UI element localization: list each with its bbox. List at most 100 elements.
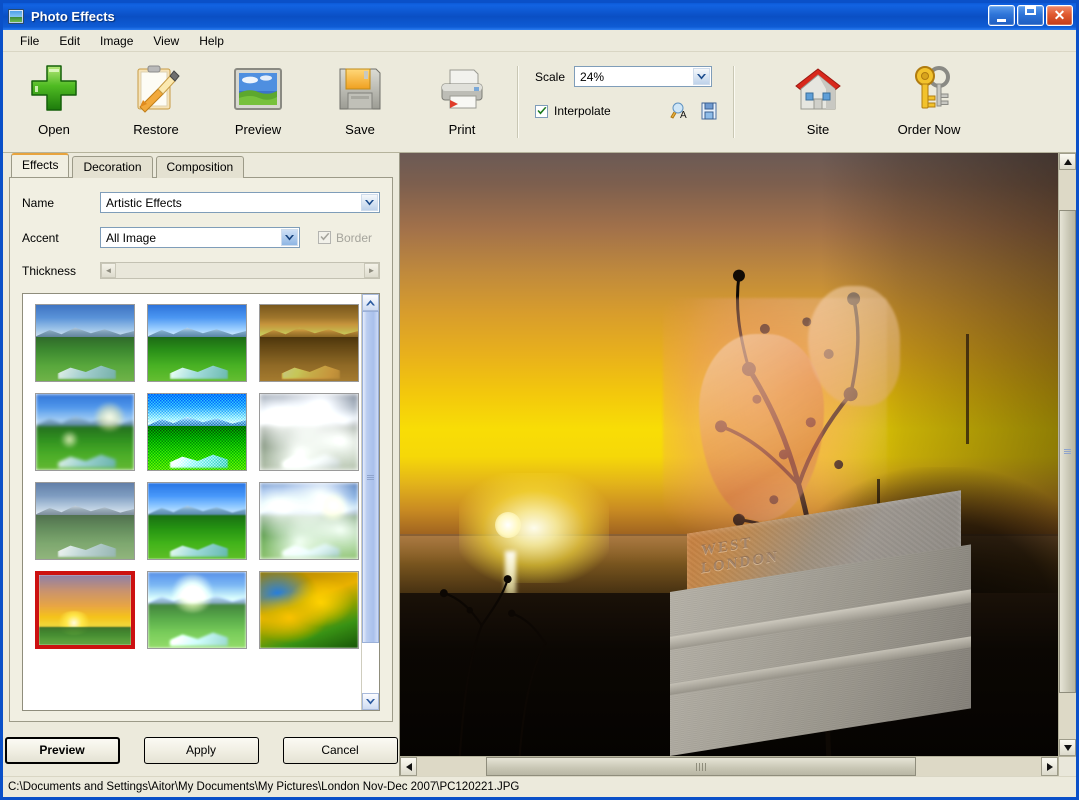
accent-value: All Image xyxy=(101,231,156,245)
order-now-button[interactable]: Order Now xyxy=(869,55,989,149)
scale-label: Scale xyxy=(535,70,565,84)
tab-effects[interactable]: Effects xyxy=(11,153,69,177)
image-pane: WEST LONDON xyxy=(400,153,1076,776)
restore-button[interactable]: Restore xyxy=(105,55,207,149)
maximize-button[interactable] xyxy=(1017,5,1044,26)
accent-combobox[interactable]: All Image xyxy=(100,227,300,248)
save-button[interactable]: Save xyxy=(309,55,411,149)
thumb-soft-focus[interactable] xyxy=(147,482,247,560)
interpolate-row: Interpolate A xyxy=(535,101,719,121)
scroll-right-button[interactable] xyxy=(1041,757,1058,776)
scale-value: 24% xyxy=(575,70,604,84)
restore-label: Restore xyxy=(133,122,179,137)
scroll-down-button[interactable] xyxy=(1059,739,1076,756)
floppy-disk-icon xyxy=(336,63,384,115)
green-plus-icon xyxy=(26,63,82,115)
thumb-pastel[interactable] xyxy=(35,482,135,560)
house-icon xyxy=(793,63,843,115)
thumb-fog[interactable] xyxy=(259,393,359,471)
minimize-button[interactable] xyxy=(988,5,1015,26)
preview-photo: WEST LONDON xyxy=(400,153,1058,756)
app-window: Photo Effects ✕ File Edit Image View Hel… xyxy=(0,0,1079,800)
status-file-path: C:\Documents and Settings\Aitor\My Docum… xyxy=(8,781,519,793)
thumb-grain[interactable] xyxy=(147,393,247,471)
scroll-up-button[interactable] xyxy=(362,294,379,311)
menu-item-view[interactable]: View xyxy=(144,32,188,50)
thumb-sepia[interactable] xyxy=(259,304,359,382)
clipboard-pencil-icon xyxy=(130,63,182,115)
thumb-sharpen[interactable] xyxy=(147,304,247,382)
effects-thumbnail-list xyxy=(22,293,380,711)
cancel-button[interactable]: Cancel xyxy=(283,737,398,764)
site-label: Site xyxy=(807,122,829,137)
tab-decoration[interactable]: Decoration xyxy=(72,156,152,178)
open-button[interactable]: Open xyxy=(3,55,105,149)
image-row: WEST LONDON xyxy=(400,153,1076,756)
scroll-down-button[interactable] xyxy=(362,693,379,710)
scrollbar-thumb[interactable] xyxy=(486,757,917,776)
tab-strip: Effects Decoration Composition xyxy=(3,153,399,177)
text-zoom-icon[interactable]: A xyxy=(670,101,690,121)
slider-right-arrow-icon[interactable]: ► xyxy=(364,263,379,278)
status-bar: C:\Documents and Settings\Aitor\My Docum… xyxy=(3,776,1076,797)
printer-icon xyxy=(436,63,488,115)
landscape-photo-icon xyxy=(233,63,283,115)
menu-item-image[interactable]: Image xyxy=(91,32,142,50)
chevron-down-icon[interactable] xyxy=(281,229,298,246)
thumb-autumn[interactable] xyxy=(259,571,359,649)
menu-item-file[interactable]: File xyxy=(11,32,48,50)
thumb-original[interactable] xyxy=(35,304,135,382)
scroll-left-button[interactable] xyxy=(400,757,417,776)
apply-button[interactable]: Apply xyxy=(144,737,259,764)
photo-icon xyxy=(8,9,24,24)
menu-item-edit[interactable]: Edit xyxy=(50,32,89,50)
accent-label: Accent xyxy=(22,231,100,245)
grip-icon xyxy=(695,760,707,774)
thumb-diffuse[interactable] xyxy=(259,482,359,560)
scrollbar-thumb[interactable] xyxy=(1059,210,1076,694)
thumbnail-scrollbar[interactable] xyxy=(361,294,379,710)
save-document-icon[interactable] xyxy=(699,101,719,121)
image-horizontal-scrollbar[interactable] xyxy=(400,757,1058,776)
chevron-down-icon[interactable] xyxy=(693,68,710,85)
window-title: Photo Effects xyxy=(31,9,115,24)
save-label: Save xyxy=(345,122,375,137)
thumb-sunset[interactable] xyxy=(35,571,135,649)
tab-composition[interactable]: Composition xyxy=(156,156,245,178)
scrollbar-track[interactable] xyxy=(362,311,379,693)
interpolate-checkbox[interactable]: Interpolate xyxy=(535,104,611,118)
toolbar-main-group: Open Restore xyxy=(3,52,513,152)
scale-combobox[interactable]: 24% xyxy=(574,66,712,87)
scrollbar-track[interactable] xyxy=(417,757,1041,776)
name-row: Name Artistic Effects xyxy=(22,192,380,213)
preview-button[interactable]: Preview xyxy=(207,55,309,149)
preview-action-button[interactable]: Preview xyxy=(5,737,120,764)
close-button[interactable]: ✕ xyxy=(1046,5,1073,26)
grip-icon xyxy=(1064,448,1071,455)
scrollbar-thumb[interactable] xyxy=(362,311,379,643)
site-button[interactable]: Site xyxy=(767,55,869,149)
order-now-label: Order Now xyxy=(898,122,961,137)
image-canvas[interactable]: WEST LONDON xyxy=(400,153,1058,756)
thickness-slider[interactable]: ◄ ► xyxy=(100,262,380,279)
title-bar: Photo Effects ✕ xyxy=(3,3,1076,30)
menu-item-help[interactable]: Help xyxy=(190,32,233,50)
menu-bar: File Edit Image View Help xyxy=(3,30,1076,52)
window-controls: ✕ xyxy=(988,5,1073,26)
image-vertical-scrollbar[interactable] xyxy=(1058,153,1076,756)
toolbar-separator-2 xyxy=(733,66,735,138)
scrollbar-track[interactable] xyxy=(1059,170,1076,739)
effects-tab-panel: Name Artistic Effects Accent All Image xyxy=(9,177,393,722)
print-button[interactable]: Print xyxy=(411,55,513,149)
slider-left-arrow-icon[interactable]: ◄ xyxy=(101,263,116,278)
stone-monument: WEST LONDON xyxy=(657,491,999,756)
thumb-glow[interactable] xyxy=(35,393,135,471)
toolbar: Open Restore xyxy=(3,52,1076,153)
scroll-up-button[interactable] xyxy=(1059,153,1076,170)
scale-group: Scale 24% Interpolate xyxy=(523,52,729,152)
thumb-haze[interactable] xyxy=(147,571,247,649)
interpolate-label: Interpolate xyxy=(554,104,611,118)
scrollbar-corner xyxy=(1058,757,1076,776)
name-combobox[interactable]: Artistic Effects xyxy=(100,192,380,213)
chevron-down-icon[interactable] xyxy=(361,194,378,211)
